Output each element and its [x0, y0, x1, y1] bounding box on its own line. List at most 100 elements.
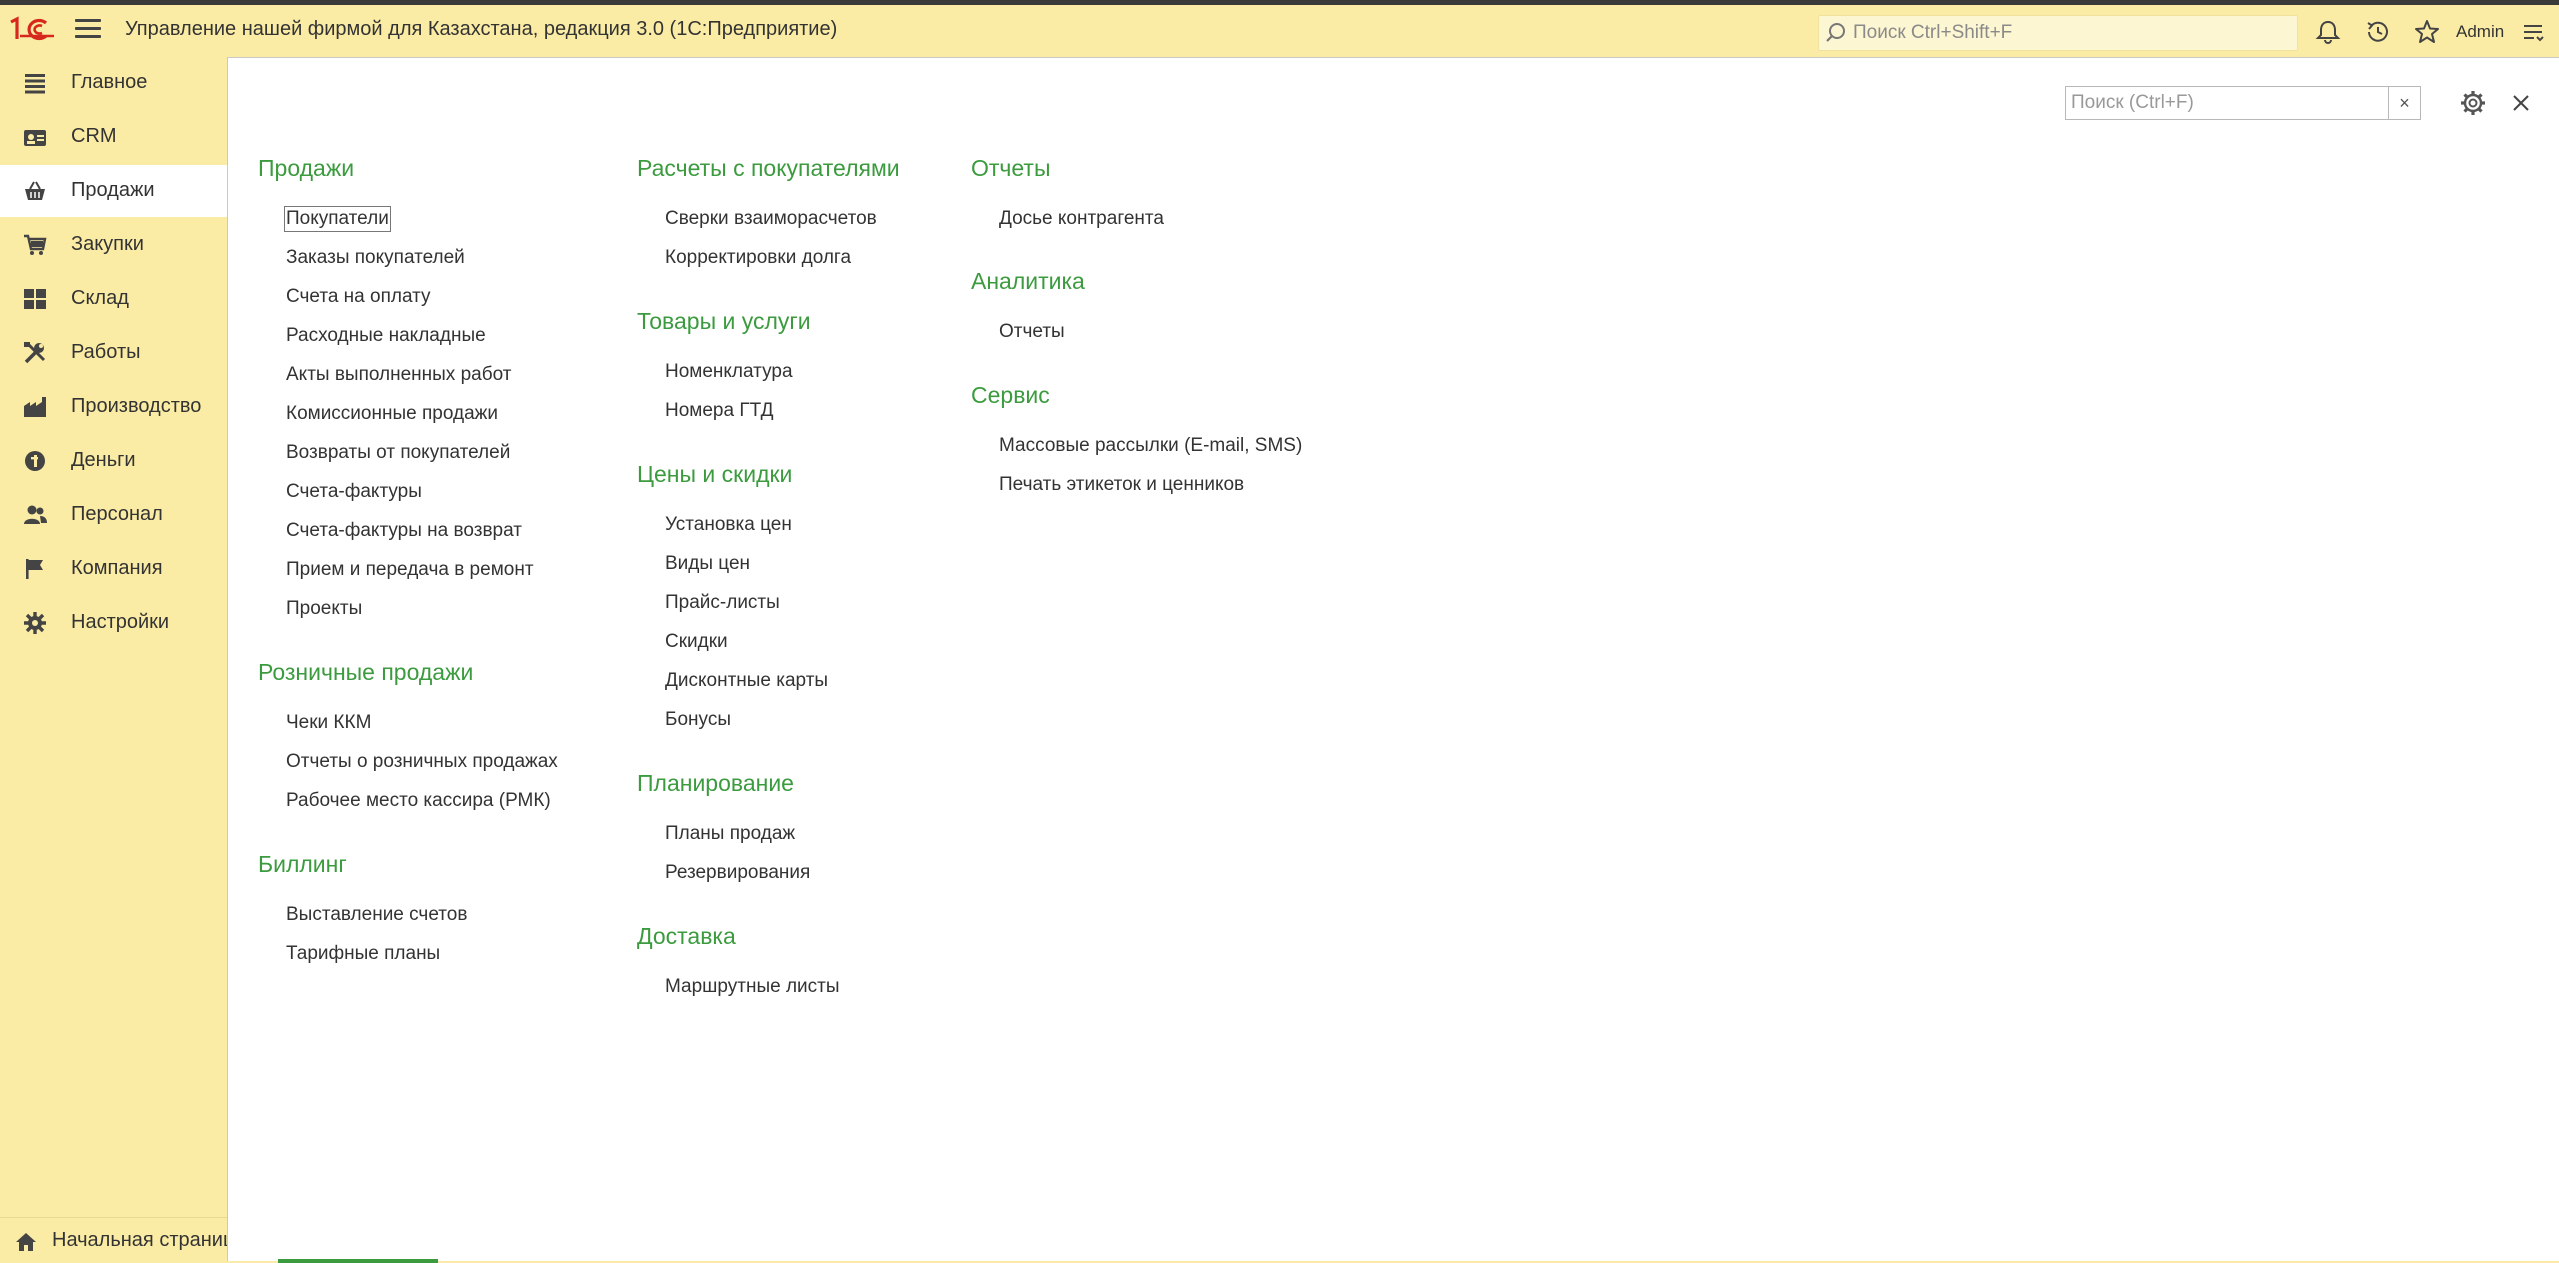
link-reconciliations[interactable]: Сверки взаиморасчетов	[665, 208, 877, 230]
settings-menu-icon[interactable]	[2520, 18, 2548, 46]
close-icon[interactable]	[2508, 90, 2534, 116]
link-projects[interactable]: Проекты	[286, 598, 362, 620]
home-page-tab[interactable]: Начальная страница	[0, 1217, 228, 1263]
link-nomenclature[interactable]: Номенклатура	[665, 361, 793, 383]
section-title-analytics: Аналитика	[971, 268, 1085, 294]
list-icon	[25, 74, 45, 94]
link-label-printing[interactable]: Печать этикеток и ценников	[999, 474, 1244, 496]
sidebar-item-company[interactable]: Компания	[0, 543, 227, 595]
sidebar-item-label: Персонал	[71, 503, 163, 525]
section-title-goods-services: Товары и услуги	[637, 308, 811, 334]
link-cashier-workplace[interactable]: Рабочее место кассира (РМК)	[286, 790, 551, 812]
link-sales-plans[interactable]: Планы продаж	[665, 823, 795, 845]
sidebar-item-staff[interactable]: Персонал	[0, 489, 227, 541]
flag-icon	[26, 559, 43, 579]
gear-icon	[24, 612, 46, 634]
sidebar-item-label: Работы	[71, 341, 141, 363]
panel-settings-gear-icon[interactable]	[2458, 88, 2488, 118]
link-kkm-receipts[interactable]: Чеки ККМ	[286, 712, 371, 734]
link-reservations[interactable]: Резервирования	[665, 862, 810, 884]
link-invoices-for-payment[interactable]: Счета на оплату	[286, 286, 431, 308]
link-discounts[interactable]: Скидки	[665, 631, 728, 653]
link-return-tax-invoices[interactable]: Счета-фактуры на возврат	[286, 520, 522, 542]
money-icon	[25, 451, 45, 471]
sidebar-item-label: CRM	[71, 125, 117, 147]
link-customer-orders[interactable]: Заказы покупателей	[286, 247, 465, 269]
section-search-field[interactable]: ×	[2065, 86, 2421, 120]
title-bar: Управление нашей фирмой для Казахстана, …	[0, 5, 2559, 52]
home-page-label: Начальная страница	[52, 1229, 228, 1251]
sidebar-item-purchases[interactable]: Закупки	[0, 219, 227, 271]
sidebar-item-warehouse[interactable]: Склад	[0, 273, 227, 325]
section-title-prices-discounts: Цены и скидки	[637, 461, 793, 487]
sidebar-item-sales[interactable]: Продажи	[0, 165, 227, 217]
history-icon[interactable]	[2364, 18, 2392, 46]
link-customers[interactable]: Покупатели	[284, 206, 391, 232]
tools-icon	[24, 342, 46, 364]
bell-icon[interactable]	[2314, 18, 2342, 46]
factory-icon	[24, 397, 46, 417]
sidebar-item-label: Склад	[71, 287, 129, 309]
favorites-star-icon[interactable]	[2413, 18, 2441, 46]
sidebar-item-label: Закупки	[71, 233, 144, 255]
app-window: Управление нашей фирмой для Казахстана, …	[0, 0, 2559, 1263]
sidebar-item-label: Деньги	[71, 449, 136, 471]
link-billing-invoices[interactable]: Выставление счетов	[286, 904, 467, 926]
section-title-delivery: Доставка	[637, 923, 736, 949]
section-title-sales: Продажи	[258, 155, 355, 181]
link-commission-sales[interactable]: Комиссионные продажи	[286, 403, 498, 425]
link-customer-returns[interactable]: Возвраты от покупателей	[286, 442, 510, 464]
link-repair-transfer[interactable]: Прием и передача в ремонт	[286, 559, 534, 581]
link-discount-cards[interactable]: Дисконтные карты	[665, 670, 828, 692]
main-menu-icon[interactable]	[75, 19, 101, 39]
section-title-service: Сервис	[971, 382, 1050, 408]
link-tariff-plans[interactable]: Тарифные планы	[286, 943, 440, 965]
sidebar-item-label: Продажи	[71, 179, 155, 201]
section-title-retail: Розничные продажи	[258, 659, 474, 685]
section-search-input[interactable]	[2066, 88, 2381, 118]
link-analytics-reports[interactable]: Отчеты	[999, 321, 1065, 343]
link-debt-adjustments[interactable]: Корректировки долга	[665, 247, 851, 269]
sidebar-item-label: Компания	[71, 557, 163, 579]
link-work-acts[interactable]: Акты выполненных работ	[286, 364, 511, 386]
current-user[interactable]: Admin	[2456, 22, 2504, 42]
cart-icon	[24, 234, 47, 255]
app-title: Управление нашей фирмой для Казахстана, …	[125, 18, 838, 40]
crm-icon	[24, 130, 46, 146]
link-delivery-notes[interactable]: Расходные накладные	[286, 325, 486, 347]
sidebar-item-settings[interactable]: Настройки	[0, 597, 227, 649]
sidebar-item-label: Настройки	[71, 611, 170, 633]
link-retail-reports[interactable]: Отчеты о розничных продажах	[286, 751, 558, 773]
link-price-lists[interactable]: Прайс-листы	[665, 592, 780, 614]
sidebar-item-crm[interactable]: CRM	[0, 111, 227, 163]
open-tab-indicator	[278, 1259, 438, 1263]
link-tax-invoices[interactable]: Счета-фактуры	[286, 481, 422, 503]
section-title-customer-settlements: Расчеты с покупателями	[637, 155, 900, 181]
1c-logo-icon[interactable]	[8, 16, 58, 42]
sidebar-item-money[interactable]: Деньги	[0, 435, 227, 487]
link-counterparty-dossier[interactable]: Досье контрагента	[999, 208, 1164, 230]
link-route-sheets[interactable]: Маршрутные листы	[665, 976, 840, 998]
link-mass-mailings[interactable]: Массовые рассылки (E-mail, SMS)	[999, 435, 1302, 457]
link-price-setting[interactable]: Установка цен	[665, 514, 792, 536]
section-title-billing: Биллинг	[258, 851, 347, 877]
basket-icon	[25, 181, 45, 200]
link-price-types[interactable]: Виды цен	[665, 553, 750, 575]
sections-sidebar: Главное CRM Продажи Закупки Склад Работы…	[0, 57, 227, 1217]
link-bonuses[interactable]: Бонусы	[665, 709, 731, 731]
sidebar-item-label: Главное	[71, 71, 148, 93]
home-icon	[16, 1233, 36, 1251]
link-gtd-numbers[interactable]: Номера ГТД	[665, 400, 773, 422]
search-icon	[1826, 23, 1845, 42]
people-icon	[24, 505, 47, 524]
section-panel: × Продажи Покупатели Заказы покупателей …	[227, 57, 2559, 1261]
sidebar-item-production[interactable]: Производство	[0, 381, 227, 433]
sidebar-item-works[interactable]: Работы	[0, 327, 227, 379]
sidebar-item-main[interactable]: Главное	[0, 57, 227, 109]
section-title-planning: Планирование	[637, 770, 794, 796]
clear-search-button[interactable]: ×	[2388, 87, 2420, 119]
warehouse-icon	[24, 289, 46, 309]
global-search-input[interactable]	[1853, 18, 2283, 48]
global-search-field[interactable]	[1818, 15, 2298, 51]
sidebar-item-label: Производство	[71, 395, 202, 417]
